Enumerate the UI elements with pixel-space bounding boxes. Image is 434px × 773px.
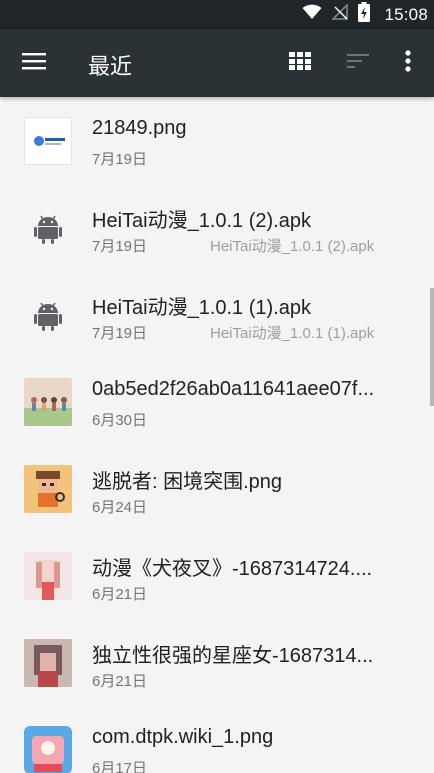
list-item[interactable]: HeiTai动漫_1.0.1 (1).apk 7月19日 HeiTai动漫_1.… [0, 271, 434, 358]
file-summary: HeiTai动漫_1.0.1 (2).apk [210, 238, 375, 255]
page-title: 最近 [88, 54, 133, 79]
list-item[interactable]: 21849.png 7月19日 [0, 97, 434, 184]
png-thumbnail-logo [24, 117, 72, 165]
list-item[interactable]: 0ab5ed2f26ab0a11641aee07f... 6月30日 [0, 358, 434, 445]
file-date: 6月21日 [92, 586, 148, 603]
android-icon [24, 291, 72, 339]
file-date: 7月19日 [92, 325, 148, 342]
grid-view-icon [289, 51, 311, 75]
status-time: 15:08 [384, 4, 428, 24]
game-character-thumbnail [24, 465, 72, 513]
file-name: com.dtpk.wiki_1.png [92, 726, 274, 748]
file-name: HeiTai动漫_1.0.1 (2).apk [92, 210, 311, 232]
scrollbar[interactable] [430, 288, 434, 406]
file-date: 7月19日 [92, 238, 148, 255]
file-summary: HeiTai动漫_1.0.1 (1).apk [210, 325, 375, 342]
grid-view-button[interactable] [278, 41, 322, 85]
app-bar: 最近 [0, 29, 434, 97]
recent-files-list: 21849.png 7月19日 HeiTai动漫_1.0.1 (2).apk 7… [0, 97, 434, 773]
file-name: HeiTai动漫_1.0.1 (1).apk [92, 297, 311, 319]
list-item[interactable]: 动漫《犬夜叉》-1687314724.... 6月21日 [0, 532, 434, 619]
photo-thumbnail-group [24, 378, 72, 426]
list-item[interactable]: 逃脱者: 困境突围.png 6月24日 [0, 445, 434, 532]
file-date: 6月21日 [92, 673, 148, 690]
list-item[interactable]: com.dtpk.wiki_1.png 6月17日 [0, 706, 434, 773]
more-options-button[interactable] [386, 41, 430, 85]
file-date: 6月17日 [92, 760, 148, 773]
file-date: 7月19日 [92, 151, 148, 168]
anime-thumbnail [24, 552, 72, 600]
battery-charging-icon [358, 2, 371, 27]
file-name: 21849.png [92, 117, 187, 139]
file-name: 逃脱者: 困境突围.png [92, 471, 283, 493]
portrait-thumbnail [24, 639, 72, 687]
list-item[interactable]: HeiTai动漫_1.0.1 (2).apk 7月19日 HeiTai动漫_1.… [0, 184, 434, 271]
navigation-menu-button[interactable] [12, 41, 56, 85]
more-vert-icon [405, 49, 411, 77]
signal-off-icon [331, 3, 349, 25]
sort-button[interactable] [336, 41, 380, 85]
file-name: 独立性很强的星座女-1687314... [92, 645, 374, 667]
file-name: 动漫《犬夜叉》-1687314724.... [92, 558, 373, 580]
file-date: 6月24日 [92, 499, 148, 516]
file-date: 6月30日 [92, 412, 148, 429]
list-item[interactable]: 独立性很强的星座女-1687314... 6月21日 [0, 619, 434, 706]
wifi-icon [302, 4, 322, 25]
file-name: 0ab5ed2f26ab0a11641aee07f... [92, 378, 375, 400]
sort-icon [347, 53, 369, 74]
status-icons: 15:08 [302, 0, 434, 29]
hamburger-menu-icon [22, 52, 46, 75]
android-icon [24, 204, 72, 252]
status-bar: 15:08 [0, 0, 434, 29]
app-thumbnail [24, 726, 72, 773]
